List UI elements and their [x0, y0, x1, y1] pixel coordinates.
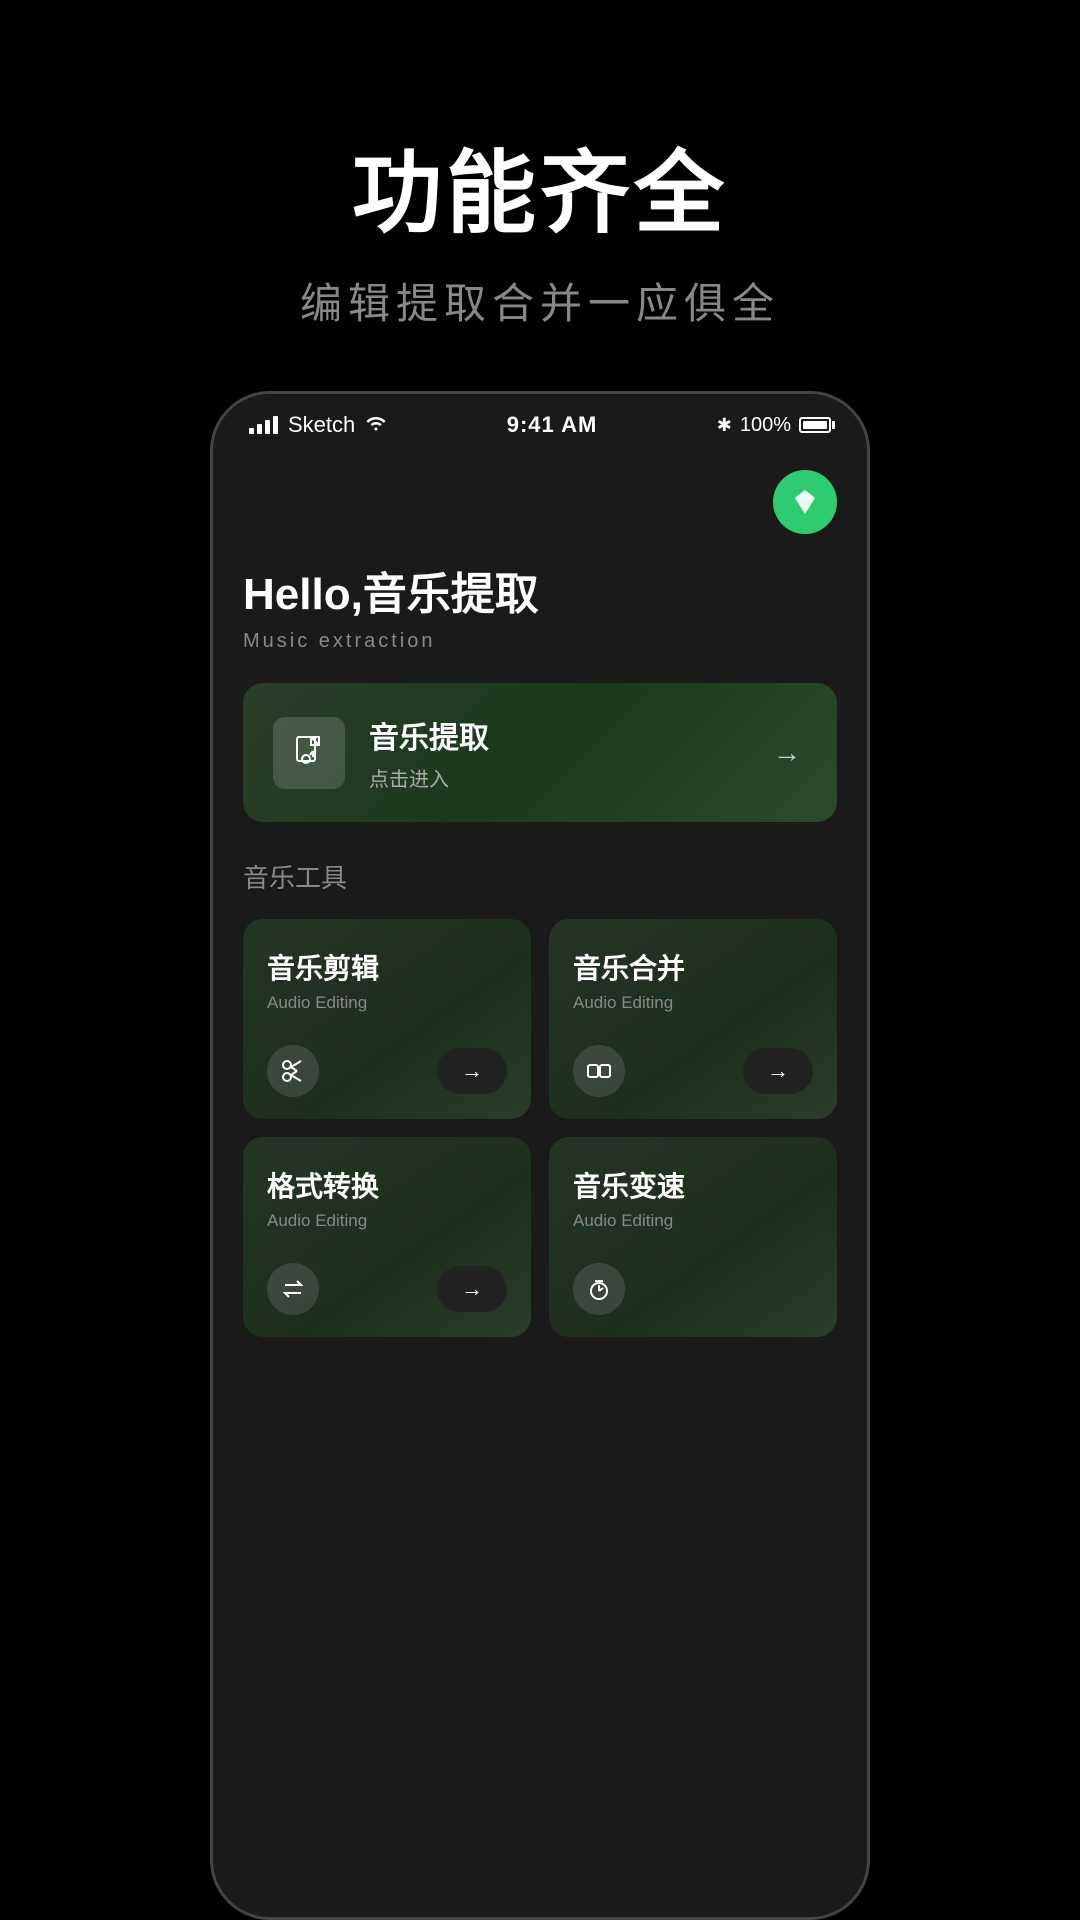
tools-section-title: 音乐工具 — [243, 858, 837, 895]
tool-subtitle-3: Audio Editing — [267, 1211, 507, 1231]
convert-icon — [267, 1263, 319, 1315]
status-bar: Sketch 9:41 AM ✱ 100% — [213, 394, 867, 450]
page-title: 功能齐全 — [300, 120, 780, 250]
tool-subtitle-1: Audio Editing — [267, 993, 507, 1013]
tool-title-4: 音乐变速 — [573, 1165, 813, 1205]
extract-card[interactable]: 音乐提取 点击进入 → — [243, 683, 837, 822]
tool-title-1: 音乐剪辑 — [267, 947, 507, 987]
tool-card-format-convert[interactable]: 格式转换 Audio Editing → — [243, 1137, 531, 1337]
hello-subtitle: Music extraction — [243, 630, 837, 653]
hello-title: Hello,音乐提取 — [243, 558, 837, 622]
extract-card-subtitle: 点击进入 — [369, 763, 489, 792]
phone-frame: Sketch 9:41 AM ✱ 100% — [210, 391, 870, 1920]
vip-diamond-icon — [789, 486, 821, 518]
signal-icon — [249, 416, 278, 434]
bluetooth-icon: ✱ — [717, 415, 732, 436]
carrier-label: Sketch — [288, 412, 355, 438]
merge-icon — [573, 1045, 625, 1097]
status-right: ✱ 100% — [717, 414, 831, 437]
tool-arrow-btn-1[interactable]: → — [437, 1048, 507, 1094]
status-left: Sketch — [249, 412, 387, 438]
vip-badge[interactable] — [773, 470, 837, 534]
music-file-svg — [289, 733, 329, 773]
tool-card-header-1: 音乐剪辑 Audio Editing — [267, 947, 507, 1013]
scissors-icon — [267, 1045, 319, 1097]
music-file-icon — [273, 717, 345, 789]
tools-grid: 音乐剪辑 Audio Editing → — [243, 919, 837, 1337]
tool-card-header-2: 音乐合并 Audio Editing — [573, 947, 813, 1013]
tool-arrow-btn-3[interactable]: → — [437, 1266, 507, 1312]
tool-card-footer-2: → — [573, 1045, 813, 1097]
tool-arrow-btn-2[interactable]: → — [743, 1048, 813, 1094]
tool-title-2: 音乐合并 — [573, 947, 813, 987]
extract-card-left: 音乐提取 点击进入 — [273, 713, 489, 792]
tool-card-header-4: 音乐变速 Audio Editing — [573, 1165, 813, 1231]
hello-section: Hello,音乐提取 Music extraction — [243, 558, 837, 653]
tool-card-footer-3: → — [267, 1263, 507, 1315]
app-content: Hello,音乐提取 Music extraction 音乐提取 — [213, 450, 867, 1367]
tool-title-3: 格式转换 — [267, 1165, 507, 1205]
extract-card-arrow: → — [767, 733, 807, 773]
extract-card-text: 音乐提取 点击进入 — [369, 713, 489, 792]
tool-card-audio-merge[interactable]: 音乐合并 Audio Editing → — [549, 919, 837, 1119]
tool-card-audio-editing[interactable]: 音乐剪辑 Audio Editing → — [243, 919, 531, 1119]
tool-card-audio-speed[interactable]: 音乐变速 Audio Editing — [549, 1137, 837, 1337]
page-subtitle: 编辑提取合并一应俱全 — [300, 270, 780, 331]
tool-subtitle-2: Audio Editing — [573, 993, 813, 1013]
status-time: 9:41 AM — [507, 412, 598, 438]
page-header: 功能齐全 编辑提取合并一应俱全 — [300, 120, 780, 331]
tool-card-footer-4 — [573, 1263, 813, 1315]
tool-subtitle-4: Audio Editing — [573, 1211, 813, 1231]
battery-percent: 100% — [740, 414, 791, 437]
battery-icon — [799, 417, 831, 433]
extract-card-title: 音乐提取 — [369, 713, 489, 757]
tool-card-header-3: 格式转换 Audio Editing — [267, 1165, 507, 1231]
tool-card-footer-1: → — [267, 1045, 507, 1097]
speed-icon — [573, 1263, 625, 1315]
wifi-icon — [365, 413, 387, 437]
